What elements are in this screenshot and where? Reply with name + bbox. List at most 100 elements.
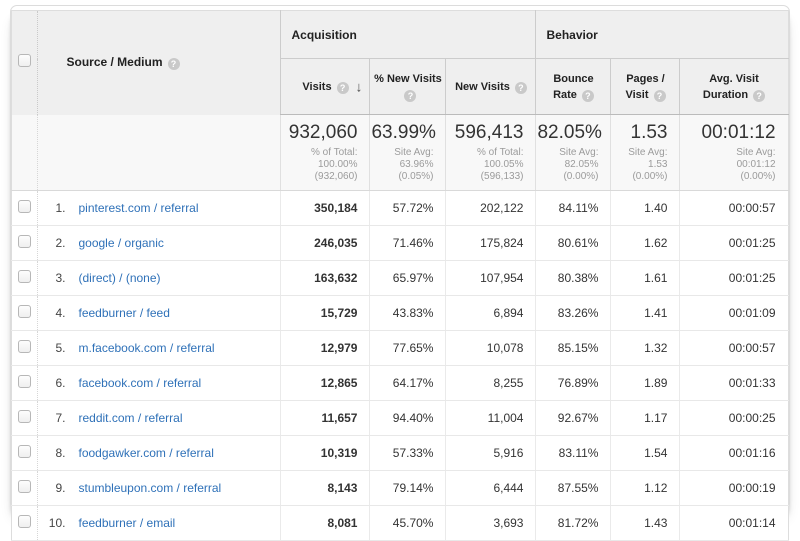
pages-visit-cell: 1.40 [611,191,680,226]
avg-duration-cell: 00:01:16 [680,436,788,471]
visits-column-header[interactable]: Visits? ↓ [281,59,370,115]
source-medium-link[interactable]: facebook.com / referral [78,376,201,390]
table-row: 10.feedburner / email 8,081 45.70% 3,693… [12,506,788,541]
bounce-rate-cell: 80.38% [536,261,611,296]
totals-bounce-rate: 82.05% Site Avg: 82.05% (0.00%) [536,115,611,191]
avg-duration-cell: 00:01:33 [680,366,788,401]
help-icon[interactable]: ? [404,90,416,102]
row-index: 5. [39,341,65,355]
new-visits-cell: 11,004 [446,401,536,436]
row-checkbox[interactable] [18,375,31,388]
help-icon[interactable]: ? [753,90,765,102]
totals-new-visits-sub-abs: (596,133) [447,171,523,183]
bounce-rate-cell: 76.89% [536,366,611,401]
visits-cell: 12,865 [281,366,370,401]
new-visits-pct-cell: 45.70% [370,506,446,541]
avg-duration-column-header[interactable]: Avg. Visit Duration? [680,59,788,115]
totals-bounce-rate-sub-pct: 82.05% [537,159,598,171]
source-medium-link[interactable]: foodgawker.com / referral [78,446,213,460]
pages-visit-cell: 1.89 [611,366,680,401]
sort-desc-icon: ↓ [355,78,362,94]
totals-visits-sub-abs: (932,060) [282,171,357,183]
visits-cell: 246,035 [281,226,370,261]
bounce-rate-column-header[interactable]: Bounce Rate? [536,59,611,115]
row-checkbox[interactable] [18,270,31,283]
help-icon[interactable]: ? [168,58,180,70]
bounce-rate-cell: 84.11% [536,191,611,226]
source-medium-link[interactable]: google / organic [78,236,163,250]
totals-pages-visit-sub-abs: (0.00%) [612,171,667,183]
source-medium-link[interactable]: reddit.com / referral [78,411,182,425]
row-checkbox[interactable] [18,200,31,213]
row-checkbox[interactable] [18,445,31,458]
pages-visit-column-header[interactable]: Pages / Visit? [611,59,680,115]
totals-pages-visit: 1.53 Site Avg: 1.53 (0.00%) [611,115,680,191]
row-checkbox-cell [12,261,38,296]
help-icon[interactable]: ? [515,82,527,94]
row-checkbox-cell [12,191,38,226]
bounce-rate-cell: 85.15% [536,331,611,366]
select-all-checkbox[interactable] [18,54,31,67]
totals-new-visits-pct-sub-pct: 63.96% [371,159,433,171]
row-index: 8. [39,446,65,460]
source-medium-link[interactable]: stumbleupon.com / referral [78,481,221,495]
totals-new-visits: 596,413 % of Total: 100.05% (596,133) [446,115,536,191]
visits-cell: 10,319 [281,436,370,471]
source-medium-link[interactable]: (direct) / (none) [78,271,160,285]
source-cell: 9.stumbleupon.com / referral [38,471,281,506]
row-checkbox[interactable] [18,305,31,318]
avg-duration-cell: 00:01:09 [680,296,788,331]
pages-visit-cell: 1.17 [611,401,680,436]
visits-cell: 163,632 [281,261,370,296]
new-visits-pct-cell: 71.46% [370,226,446,261]
section-header-row: Source / Medium? Acquisition Behavior [12,11,788,59]
source-cell: 3. (direct) / (none) [38,261,281,296]
new-visits-cell: 6,894 [446,296,536,331]
totals-new-visits-value: 596,413 [447,122,523,144]
table-row: 5.m.facebook.com / referral 12,979 77.65… [12,331,788,366]
source-cell: 6.facebook.com / referral [38,366,281,401]
row-index: 4. [39,306,65,320]
new-visits-column-header[interactable]: New Visits? [446,59,536,115]
row-checkbox[interactable] [18,480,31,493]
help-icon[interactable]: ? [337,82,349,94]
table-row: 4.feedburner / feed 15,729 43.83% 6,894 … [12,296,788,331]
source-medium-link[interactable]: pinterest.com / referral [78,201,198,215]
screenshot-frame: Source / Medium? Acquisition Behavior Vi… [10,5,790,510]
visits-cell: 350,184 [281,191,370,226]
row-checkbox[interactable] [18,515,31,528]
source-cell: 4. feedburner / feed [38,296,281,331]
totals-new-visits-pct-value: 63.99% [371,122,433,144]
totals-avg-duration: 00:01:12 Site Avg: 00:01:12 (0.00%) [680,115,788,191]
source-medium-link[interactable]: feedburner / feed [78,306,169,320]
row-checkbox[interactable] [18,340,31,353]
help-icon[interactable]: ? [582,90,594,102]
totals-avg-duration-sub-label: Site Avg: [681,147,775,159]
totals-visits-sub-pct: 100.00% [282,159,357,171]
row-checkbox[interactable] [18,235,31,248]
new-visits-pct-column-header[interactable]: % New Visits? [370,59,446,115]
avg-duration-cell: 00:00:57 [680,331,788,366]
totals-visits: 932,060 % of Total: 100.00% (932,060) [281,115,370,191]
source-cell: 2.google / organic [38,226,281,261]
visits-cell: 12,979 [281,331,370,366]
avg-duration-cell: 00:01:25 [680,261,788,296]
table-row: 7.reddit.com / referral 11,657 94.40% 11… [12,401,788,436]
new-visits-pct-cell: 94.40% [370,401,446,436]
help-icon[interactable]: ? [654,90,666,102]
new-visits-cell: 3,693 [446,506,536,541]
source-medium-column-header[interactable]: Source / Medium? [38,11,281,115]
visits-cell: 8,081 [281,506,370,541]
source-cell: 10.feedburner / email [38,506,281,541]
totals-avg-duration-sub-pct: 00:01:12 [681,159,775,171]
visits-cell: 15,729 [281,296,370,331]
visits-header-label: Visits [302,81,331,93]
source-medium-link[interactable]: m.facebook.com / referral [78,341,214,355]
avg-duration-cell: 00:00:19 [680,471,788,506]
bounce-rate-cell: 87.55% [536,471,611,506]
avg-duration-cell: 00:01:25 [680,226,788,261]
row-index: 3. [39,271,65,285]
source-medium-link[interactable]: feedburner / email [78,516,175,530]
row-checkbox[interactable] [18,410,31,423]
new-visits-cell: 6,444 [446,471,536,506]
